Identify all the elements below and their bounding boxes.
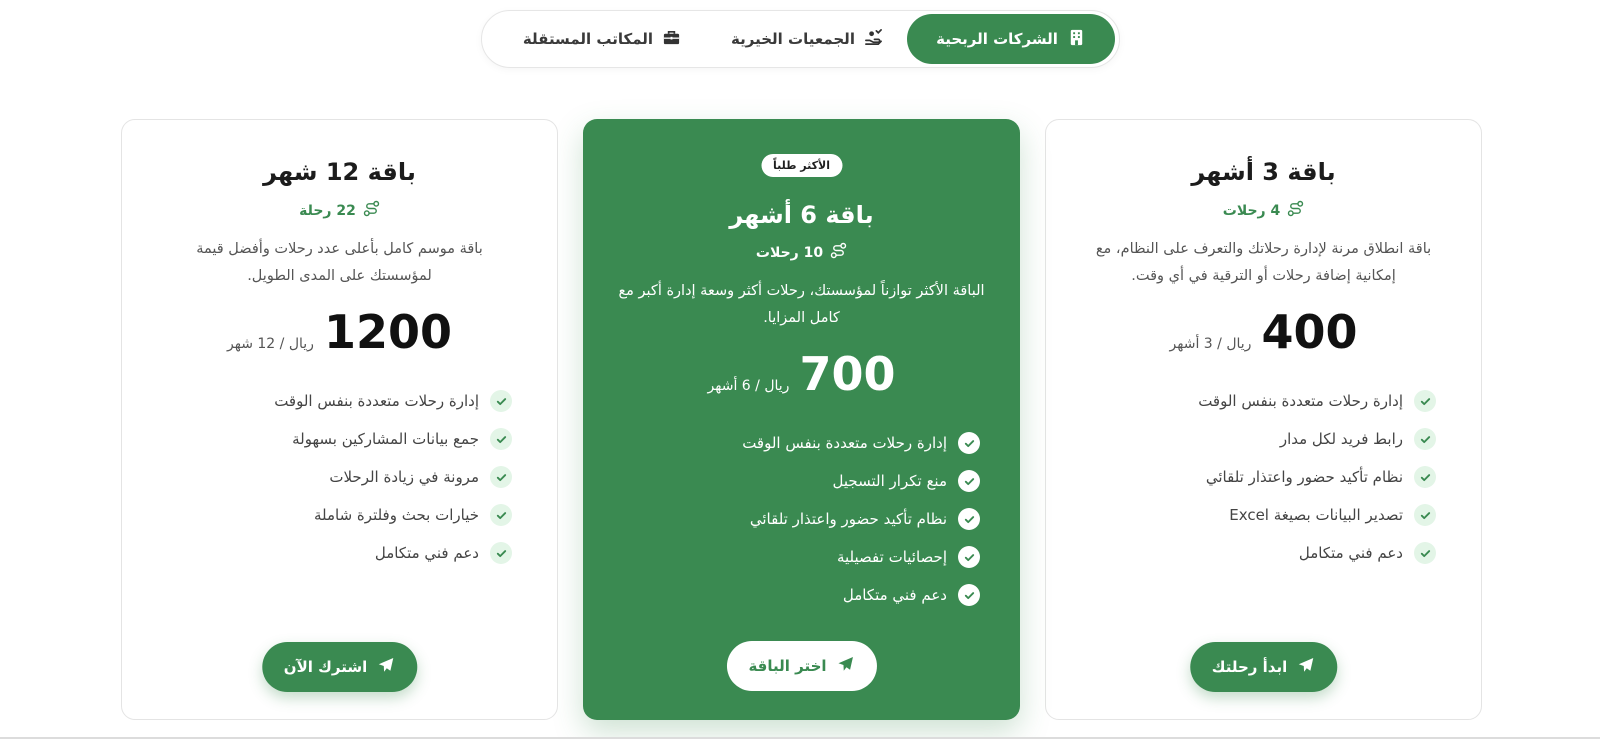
feature-label: إحصائيات تفصيلية (836, 548, 947, 566)
route-icon (1287, 200, 1304, 221)
subscribe-now-button[interactable]: اشترك الآن (261, 642, 418, 692)
price-value: 1200 (323, 305, 452, 359)
plan-description: باقة موسم كامل بأعلى عدد رحلات وأفضل قيم… (196, 241, 483, 284)
tab-independent-offices[interactable]: المكاتب المستقلة (497, 14, 707, 64)
plan-category-tabs: الشركات الربحية الجمعيات الخيرية المكاتب… (481, 10, 1120, 68)
feature-label: إدارة رحلات متعددة بنفس الوقت (1198, 392, 1403, 410)
send-plane-icon (1297, 656, 1315, 678)
tab-label: الجمعيات الخيرية (731, 30, 855, 48)
feature-label: رابط فريد لكل مدار (1279, 430, 1403, 448)
check-icon (1414, 466, 1436, 488)
trips-label: 4 رحلات (1222, 202, 1281, 219)
plan-card-6-months: الأكثر طلباً باقة 6 أشهر 10 رحلات الباقة… (583, 119, 1020, 720)
check-icon (490, 428, 512, 450)
feature-item: إدارة رحلات متعددة بنفس الوقت (1091, 382, 1436, 420)
check-icon (1414, 428, 1436, 450)
feature-label: منع تكرار التسجيل (832, 472, 947, 490)
feature-item: جمع بيانات المشاركين بسهولة (167, 420, 512, 458)
tab-charities[interactable]: الجمعيات الخيرية (707, 14, 907, 64)
check-icon (490, 542, 512, 564)
feature-label: خيارات بحث وفلترة شاملة (313, 506, 479, 524)
feature-item: رابط فريد لكل مدار (1091, 420, 1436, 458)
feature-item: دعم فني متكامل (1091, 534, 1436, 572)
send-plane-icon (377, 656, 395, 678)
feature-label: إدارة رحلات متعددة بنفس الوقت (742, 434, 947, 452)
check-icon (490, 504, 512, 526)
plan-card-12-months: باقة 12 شهر 22 رحلة باقة موسم كامل بأعلى… (121, 119, 558, 720)
feature-item: مرونة في زيادة الرحلات (167, 458, 512, 496)
tab-label: المكاتب المستقلة (522, 30, 654, 48)
plan-title: باقة 6 أشهر (729, 201, 874, 229)
price-value: 700 (799, 347, 896, 401)
plan-description: الباقة الأكثر توازناً لمؤسستك، رحلات أكث… (618, 283, 985, 326)
price-row: 1200 ريال / 12 شهر (122, 309, 557, 355)
check-icon (958, 432, 980, 454)
check-icon (1414, 504, 1436, 526)
feature-item: إحصائيات تفصيلية (628, 538, 980, 576)
feature-list: إدارة رحلات متعددة بنفس الوقت منع تكرار … (628, 424, 980, 614)
check-icon (958, 546, 980, 568)
feature-item: دعم فني متكامل (167, 534, 512, 572)
plan-description: باقة انطلاق مرنة لإدارة رحلاتك والتعرف ع… (1095, 241, 1432, 284)
check-icon (490, 466, 512, 488)
check-icon (958, 584, 980, 606)
price-unit: ريال / 12 شهر (227, 336, 314, 352)
price-unit: ريال / 6 أشهر (707, 378, 790, 394)
tab-label: الشركات الربحية (936, 30, 1058, 48)
feature-item: إدارة رحلات متعددة بنفس الوقت (167, 382, 512, 420)
trips-count: 22 رحلة (122, 200, 557, 221)
feature-label: دعم فني متكامل (842, 586, 947, 604)
check-icon (1414, 390, 1436, 412)
check-icon (958, 508, 980, 530)
feature-label: تصدير البيانات بصيغة Excel (1229, 506, 1403, 524)
cta-label: ابدأ رحلتك (1211, 658, 1288, 676)
feature-label: نظام تأكيد حضور واعتذار تلقائي (1205, 468, 1403, 486)
feature-item: نظام تأكيد حضور واعتذار تلقائي (628, 500, 980, 538)
route-icon (363, 200, 380, 221)
trips-count: 4 رحلات (1046, 200, 1481, 221)
check-icon (490, 390, 512, 412)
feature-label: إدارة رحلات متعددة بنفس الوقت (274, 392, 479, 410)
charity-hand-icon (864, 28, 883, 51)
plan-title: باقة 3 أشهر (1191, 158, 1336, 186)
trips-label: 22 رحلة (299, 202, 356, 219)
feature-list: إدارة رحلات متعددة بنفس الوقت جمع بيانات… (167, 382, 512, 572)
feature-label: دعم فني متكامل (374, 544, 479, 562)
price-row: 700 ريال / 6 أشهر (583, 351, 1020, 397)
cta-label: اشترك الآن (283, 658, 368, 676)
feature-label: جمع بيانات المشاركين بسهولة (292, 430, 479, 448)
trips-count: 10 رحلات (583, 242, 1020, 263)
feature-list: إدارة رحلات متعددة بنفس الوقت رابط فريد … (1091, 382, 1436, 572)
price-value: 400 (1261, 305, 1358, 359)
feature-item: منع تكرار التسجيل (628, 462, 980, 500)
feature-item: إدارة رحلات متعددة بنفس الوقت (628, 424, 980, 462)
choose-plan-button[interactable]: اختر الباقة (726, 641, 877, 691)
check-icon (958, 470, 980, 492)
start-trip-button[interactable]: ابدأ رحلتك (1189, 642, 1338, 692)
feature-item: تصدير البيانات بصيغة Excel (1091, 496, 1436, 534)
feature-label: مرونة في زيادة الرحلات (329, 468, 479, 486)
plan-card-3-months: باقة 3 أشهر 4 رحلات باقة انطلاق مرنة لإد… (1045, 119, 1482, 720)
trips-label: 10 رحلات (755, 244, 824, 261)
feature-label: دعم فني متكامل (1298, 544, 1403, 562)
feature-label: نظام تأكيد حضور واعتذار تلقائي (749, 510, 947, 528)
price-row: 400 ريال / 3 أشهر (1046, 309, 1481, 355)
feature-item: دعم فني متكامل (628, 576, 980, 614)
building-icon (1067, 28, 1086, 51)
route-icon (830, 242, 847, 263)
price-unit: ريال / 3 أشهر (1169, 336, 1252, 352)
most-popular-badge: الأكثر طلباً (761, 154, 842, 177)
tab-for-profit-companies[interactable]: الشركات الربحية (907, 14, 1115, 64)
feature-item: نظام تأكيد حضور واعتذار تلقائي (1091, 458, 1436, 496)
cta-label: اختر الباقة (748, 657, 827, 675)
feature-item: خيارات بحث وفلترة شاملة (167, 496, 512, 534)
send-plane-icon (837, 655, 855, 677)
check-icon (1414, 542, 1436, 564)
briefcase-icon (662, 28, 681, 51)
plan-title: باقة 12 شهر (263, 158, 416, 186)
